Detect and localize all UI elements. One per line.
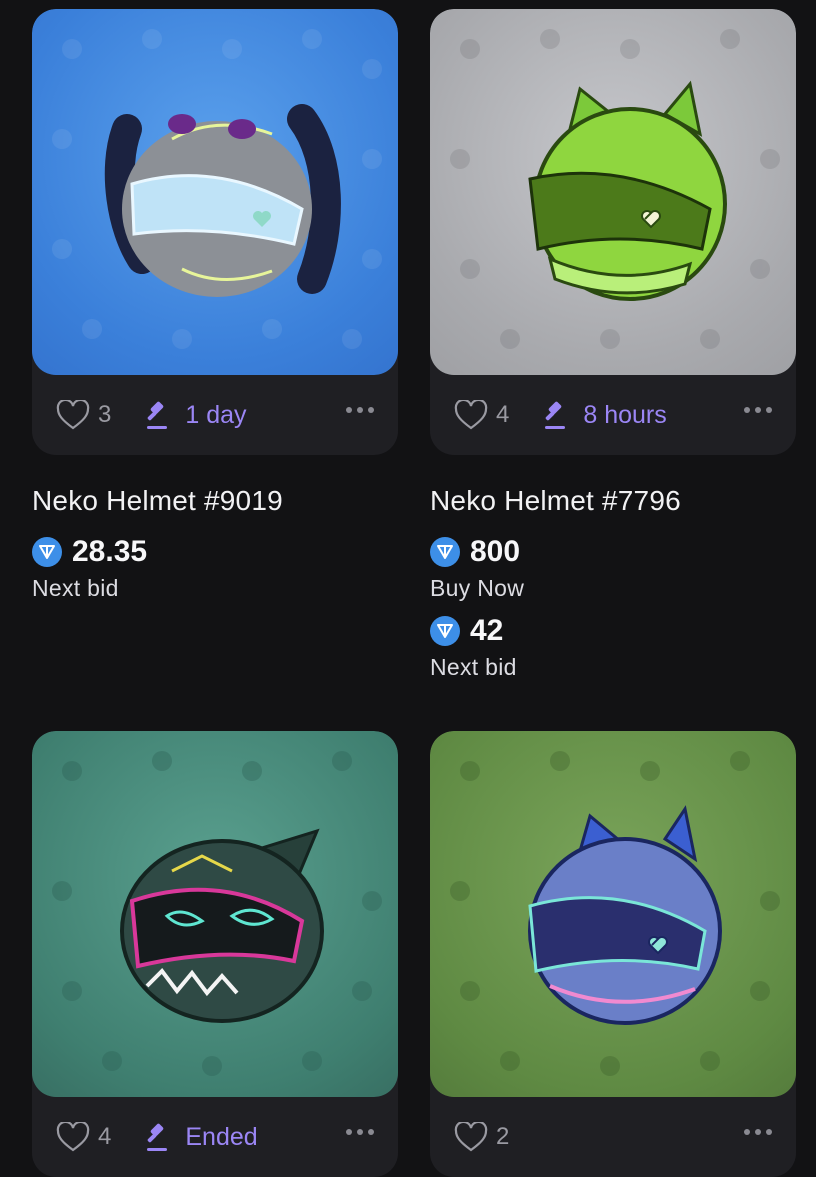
card-meta: 4 Ended [32, 1097, 398, 1177]
heart-icon [454, 1122, 488, 1152]
nft-card[interactable]: 2 [430, 731, 796, 1177]
nft-card[interactable]: 4 Ended [32, 731, 398, 1177]
heart-icon [56, 400, 90, 430]
gavel-icon [147, 401, 168, 429]
like-button[interactable]: 2 [454, 1122, 509, 1152]
card-media: 4 8 hours [430, 9, 796, 455]
more-options-icon[interactable] [744, 1129, 772, 1135]
card-meta: 4 8 hours [430, 375, 796, 455]
nft-image[interactable] [430, 9, 796, 375]
card-media: 3 1 day [32, 9, 398, 455]
ton-diamond-icon [430, 616, 460, 646]
price-label: Buy Now [430, 575, 525, 601]
helmet-image [52, 29, 382, 349]
heart-icon [454, 400, 488, 430]
like-button[interactable]: 3 [56, 400, 111, 430]
nft-image[interactable] [32, 731, 398, 1097]
like-button[interactable]: 4 [56, 1122, 111, 1152]
price-label: Next bid [430, 654, 517, 680]
time-remaining: 8 hours [583, 400, 667, 429]
like-count: 2 [496, 1123, 510, 1150]
more-options-icon[interactable] [346, 407, 374, 413]
card-meta: 3 1 day [32, 375, 398, 455]
time-remaining: 1 day [185, 400, 247, 429]
price-value: 42 [470, 614, 504, 647]
helmet-image [450, 29, 780, 349]
helmet-image [52, 751, 382, 1076]
nft-title[interactable]: Neko Helmet #9019 [32, 485, 398, 517]
card-media: 4 Ended [32, 731, 398, 1177]
heart-icon [56, 1122, 90, 1152]
nft-card[interactable]: 3 1 day Neko Helmet #9019 28.35 Next bid [32, 9, 398, 602]
like-count: 3 [98, 401, 112, 428]
gavel-icon [545, 401, 566, 429]
nft-card[interactable]: 4 8 hours Neko Helmet #7796 800 Buy Now … [430, 9, 796, 681]
nft-title[interactable]: Neko Helmet #7796 [430, 485, 796, 517]
price-label: Next bid [32, 575, 119, 601]
time-remaining: Ended [185, 1122, 258, 1151]
auction-timer: 8 hours [541, 400, 667, 430]
like-button[interactable]: 4 [454, 400, 509, 430]
price-row: 800 [430, 535, 796, 569]
price-value: 28.35 [72, 535, 148, 568]
like-count: 4 [496, 401, 510, 428]
auction-timer: Ended [143, 1122, 258, 1152]
price-row: 42 [430, 614, 796, 648]
more-options-icon[interactable] [346, 1129, 374, 1135]
nft-image[interactable] [32, 9, 398, 375]
like-count: 4 [98, 1123, 112, 1150]
price-row: 28.35 [32, 535, 398, 569]
auction-timer: 1 day [143, 400, 247, 430]
ton-diamond-icon [430, 537, 460, 567]
nft-image[interactable] [430, 731, 796, 1097]
price-value: 800 [470, 535, 521, 568]
gavel-icon [147, 1123, 168, 1151]
helmet-image [450, 751, 780, 1076]
ton-diamond-icon [32, 537, 62, 567]
card-media: 2 [430, 731, 796, 1177]
more-options-icon[interactable] [744, 407, 772, 413]
card-meta: 2 [430, 1097, 796, 1177]
